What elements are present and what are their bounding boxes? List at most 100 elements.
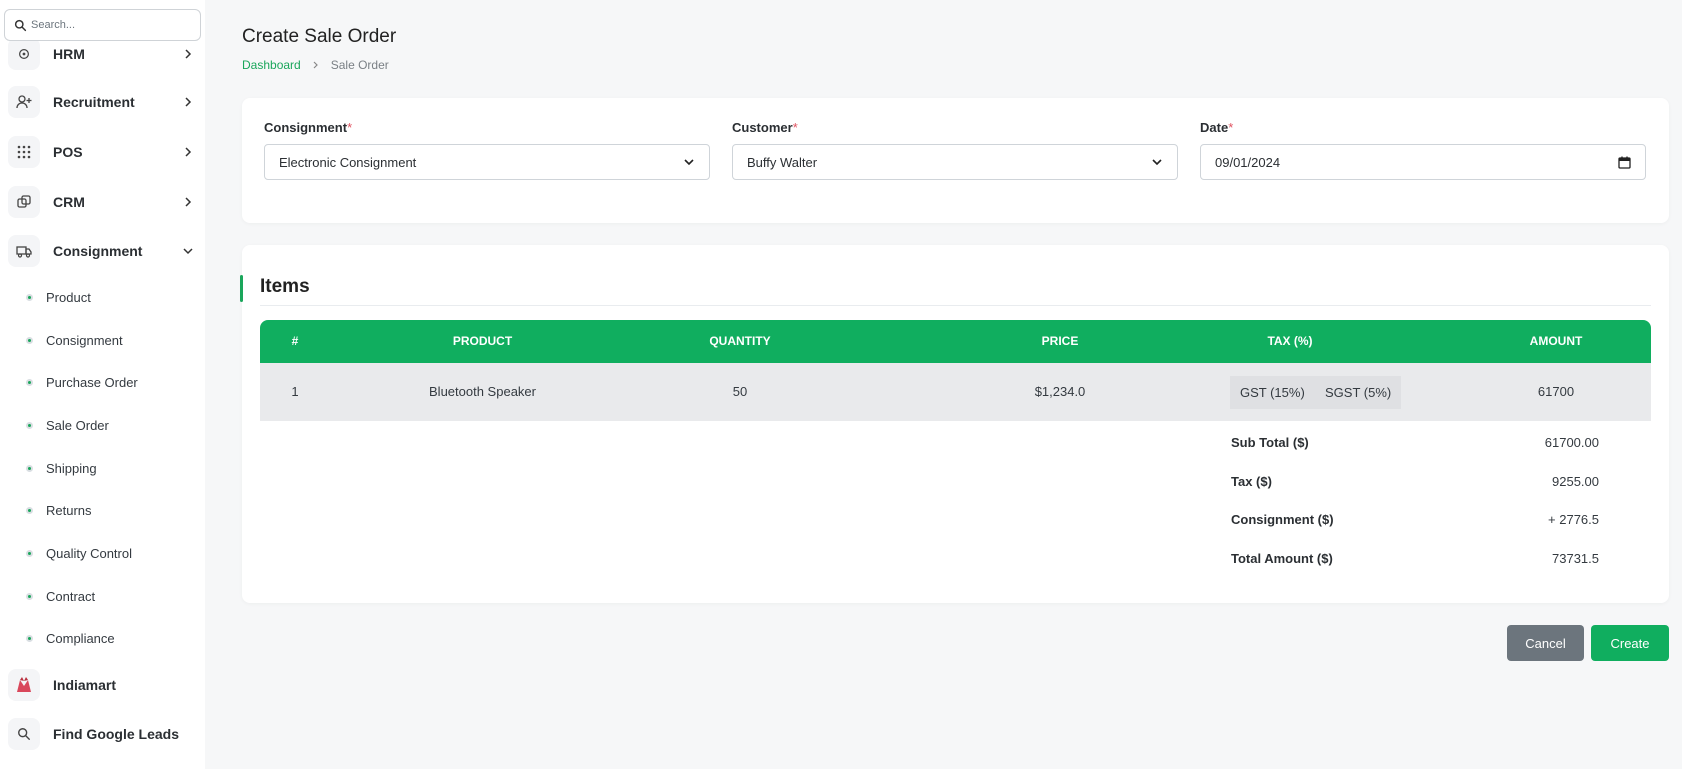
sidebar-item-label: POS	[53, 144, 83, 160]
search-icon	[14, 19, 27, 32]
sidebar-subitem-label: Compliance	[46, 630, 115, 646]
subtotal-value: 61700.00	[1544, 435, 1599, 450]
bullet-icon	[26, 634, 33, 642]
sidebar-subitem-product[interactable]: Product	[26, 286, 196, 308]
sidebar-item-crm[interactable]: CRM	[8, 186, 198, 218]
bullet-icon	[26, 592, 33, 600]
sidebar-subitem-compliance[interactable]: Compliance	[26, 627, 196, 649]
chevron-right-icon	[185, 97, 192, 107]
chevron-right-icon	[185, 197, 192, 207]
sidebar-item-label: CRM	[53, 194, 85, 210]
bullet-icon	[26, 336, 33, 344]
sidebar-subitem-label: Consignment	[46, 332, 123, 348]
create-button[interactable]: Create	[1591, 625, 1669, 661]
row-product: Bluetooth Speaker	[429, 384, 536, 399]
column-header-quantity: QUANTITY	[709, 334, 771, 348]
bullet-icon	[26, 421, 33, 429]
sidebar-item-label: HRM	[53, 46, 85, 62]
sidebar-subitem-contract[interactable]: Contract	[26, 585, 196, 607]
row-amount: 61700	[1537, 384, 1575, 399]
sidebar-item-indiamart[interactable]: Indiamart	[8, 669, 198, 701]
total-amount-label: Total Amount ($)	[1231, 551, 1333, 566]
user-plus-icon	[8, 86, 40, 118]
section-accent-bar	[240, 275, 243, 302]
sidebar-subitem-shipping[interactable]: Shipping	[26, 457, 196, 479]
column-header-product: PRODUCT	[452, 334, 513, 348]
total-amount-value: 73731.5	[1552, 551, 1599, 566]
customer-label: Customer	[732, 120, 793, 135]
table-row: 1 Bluetooth Speaker 50 $1,234.0 GST (15%…	[260, 363, 1651, 421]
sidebar-subitem-consignment[interactable]: Consignment	[26, 329, 196, 351]
sidebar-item-label: Recruitment	[53, 94, 135, 110]
sidebar-subitem-sale-order[interactable]: Sale Order	[26, 414, 196, 436]
date-label: Date	[1200, 120, 1229, 135]
sidebar: HRM Recruitment POS CRM Consignment Prod…	[0, 0, 205, 769]
sidebar-search[interactable]	[4, 9, 201, 41]
column-header-amount: AMOUNT	[1529, 334, 1583, 348]
page-title: Create Sale Order	[242, 26, 397, 47]
bullet-icon	[26, 549, 33, 557]
sidebar-item-consignment[interactable]: Consignment	[8, 235, 198, 267]
sidebar-item-find-google-leads[interactable]: Find Google Leads	[8, 718, 198, 750]
sidebar-item-label: Consignment	[53, 243, 143, 259]
sidebar-item-hrm[interactable]: HRM	[8, 38, 198, 70]
cancel-button[interactable]: Cancel	[1507, 625, 1584, 661]
breadcrumb-dashboard-link[interactable]: Dashboard	[242, 58, 301, 72]
sidebar-subitem-label: Shipping	[46, 460, 97, 476]
subtotal-label: Sub Total ($)	[1231, 435, 1309, 450]
sidebar-subitem-purchase-order[interactable]: Purchase Order	[26, 371, 196, 393]
column-header-number: #	[291, 334, 299, 348]
breadcrumb-current: Sale Order	[330, 58, 389, 72]
required-mark: *	[347, 120, 353, 135]
consignment-label: Consignment	[264, 120, 348, 135]
customer-field: Customer* Buffy Walter	[732, 120, 1178, 180]
calendar-icon[interactable]	[1618, 156, 1631, 169]
sidebar-subitem-label: Returns	[46, 502, 92, 518]
consignment-field: Consignment* Electronic Consignment	[264, 120, 710, 180]
indiamart-logo-icon	[8, 669, 40, 701]
sidebar-subitem-label: Purchase Order	[46, 374, 138, 390]
sidebar-subitem-label: Product	[46, 289, 91, 305]
sidebar-item-label: Indiamart	[53, 677, 117, 693]
grid-dots-icon	[8, 136, 40, 168]
truck-icon	[8, 235, 40, 267]
bullet-icon	[26, 378, 33, 386]
sidebar-item-label: Find Google Leads	[53, 726, 180, 742]
tax-badge: GST (15%)	[1230, 376, 1315, 409]
row-price: $1,234.0	[1034, 384, 1086, 399]
items-table-header: # PRODUCT QUANTITY PRICE TAX (%) AMOUNT	[260, 320, 1651, 363]
field-label: Customer*	[732, 120, 1178, 136]
chevron-right-icon	[313, 61, 318, 69]
consignment-select[interactable]: Electronic Consignment	[264, 144, 710, 180]
tax-value: 9255.00	[1552, 474, 1599, 489]
consignment-total-label: Consignment ($)	[1231, 512, 1334, 527]
chevron-down-icon	[1152, 159, 1162, 166]
required-mark: *	[1228, 120, 1234, 135]
bullet-icon	[26, 464, 33, 472]
bullet-icon	[26, 506, 33, 514]
customer-value: Buffy Walter	[747, 154, 818, 170]
chevron-down-icon	[183, 248, 193, 255]
chevron-right-icon	[185, 147, 192, 157]
row-number: 1	[291, 384, 299, 399]
required-mark: *	[792, 120, 798, 135]
date-input[interactable]: 09/01/2024	[1200, 144, 1646, 180]
items-title: Items	[260, 276, 310, 297]
crm-icon	[8, 186, 40, 218]
sidebar-item-pos[interactable]: POS	[8, 136, 198, 168]
consignment-total-value: + 2776.5	[1548, 512, 1599, 527]
column-header-price: PRICE	[1041, 334, 1079, 348]
sidebar-subitem-returns[interactable]: Returns	[26, 499, 196, 521]
search-input[interactable]	[31, 14, 191, 36]
date-value: 09/01/2024	[1215, 154, 1281, 170]
sidebar-subitem-label: Contract	[46, 588, 96, 604]
chevron-down-icon	[684, 159, 694, 166]
search-icon	[8, 718, 40, 750]
sidebar-subitem-quality-control[interactable]: Quality Control	[26, 542, 196, 564]
breadcrumb: Dashboard Sale Order	[242, 58, 389, 72]
sidebar-item-recruitment[interactable]: Recruitment	[8, 86, 198, 118]
customer-select[interactable]: Buffy Walter	[732, 144, 1178, 180]
bullet-icon	[26, 293, 33, 301]
order-details-card: Consignment* Electronic Consignment Cust…	[242, 98, 1669, 223]
field-label: Date*	[1200, 120, 1646, 136]
